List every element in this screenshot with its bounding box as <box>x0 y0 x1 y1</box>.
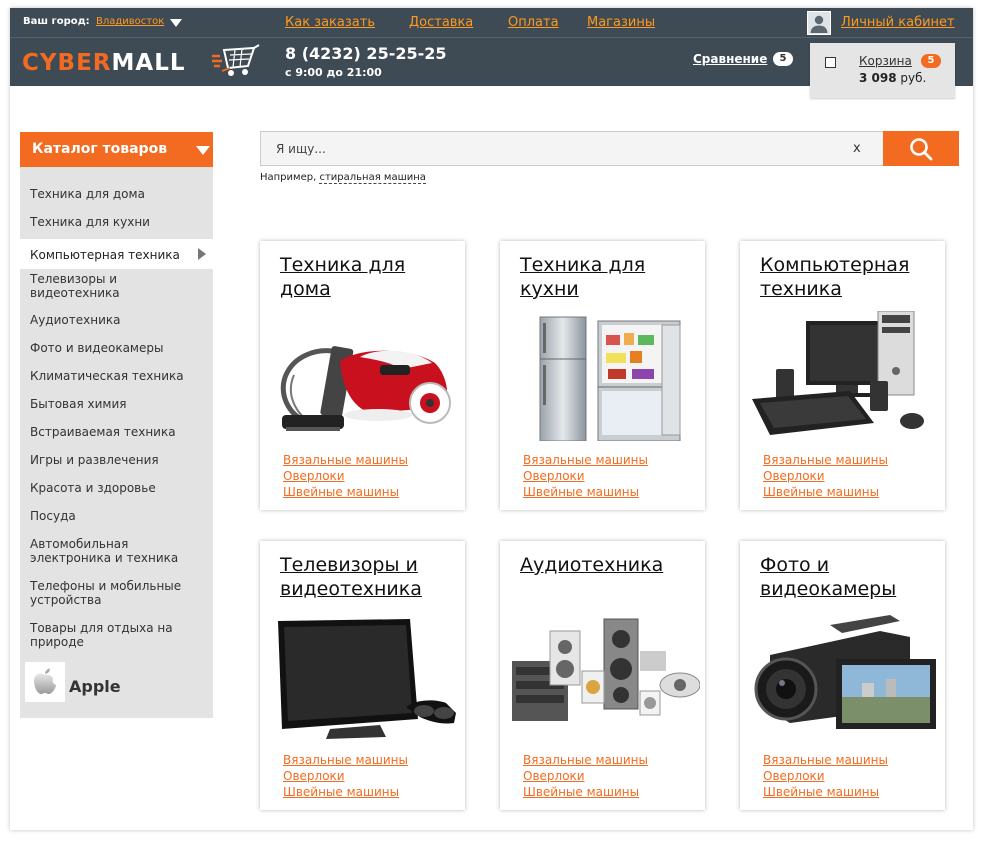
apple-logo-icon[interactable] <box>25 662 65 702</box>
cart-widget[interactable]: Корзина 5 3 098 руб. <box>810 43 955 98</box>
nav-stores[interactable]: Магазины <box>587 15 655 30</box>
card-link-knitting-machines[interactable]: Вязальные машины <box>523 752 648 768</box>
compare-link[interactable]: Сравнение <box>693 52 767 66</box>
cart-currency: руб. <box>900 71 927 85</box>
card-title[interactable]: Техника для дома <box>280 253 460 301</box>
card-link-sewing-machines[interactable]: Швейные машины <box>523 784 648 800</box>
card-link-overlocks[interactable]: Оверлоки <box>283 768 408 784</box>
sidebar-item-household-chemicals[interactable]: Бытовая химия <box>30 397 205 411</box>
user-icon[interactable] <box>807 11 831 35</box>
card-links: Вязальные машины Оверлоки Швейные машины <box>763 452 888 500</box>
catalog-button[interactable]: Каталог товаров <box>20 132 213 167</box>
chevron-right-icon <box>198 248 206 260</box>
search-button[interactable] <box>883 131 959 166</box>
category-card-audio: Аудиотехника Вязальные машины Оверлоки Ш… <box>500 541 705 810</box>
page: Ваш город: Владивосток Как заказать Дост… <box>10 8 973 830</box>
card-title[interactable]: Фото и видеокамеры <box>760 553 940 601</box>
card-link-sewing-machines[interactable]: Швейные машины <box>283 784 408 800</box>
card-link-overlocks[interactable]: Оверлоки <box>283 468 408 484</box>
tv-image[interactable] <box>270 611 460 741</box>
logo-part-mall: MALL <box>111 50 186 76</box>
card-links: Вязальные машины Оверлоки Швейные машины <box>283 752 408 800</box>
city-label: Ваш город: <box>23 16 90 27</box>
sidebar-item-games[interactable]: Игры и развлечения <box>30 453 205 467</box>
chevron-down-icon <box>196 146 210 155</box>
category-card-computers: Компьютерная техника Вязальные машины Ов… <box>740 241 945 510</box>
search-input[interactable] <box>262 133 842 164</box>
sidebar-item-auto[interactable]: Автомобильная электроника и техника <box>30 537 205 565</box>
sidebar-item-outdoor[interactable]: Товары для отдыха на природе <box>30 621 205 649</box>
card-link-sewing-machines[interactable]: Швейные машины <box>763 784 888 800</box>
working-hours: с 9:00 до 21:00 <box>285 66 382 79</box>
catalog-sidebar: Техника для дома Техника для кухни Компь… <box>20 167 213 718</box>
cart-total-value: 3 098 <box>859 71 897 85</box>
catalog-title: Каталог товаров <box>32 141 168 157</box>
card-link-sewing-machines[interactable]: Швейные машины <box>763 484 888 500</box>
sidebar-item-dishes[interactable]: Посуда <box>30 509 205 523</box>
account-link[interactable]: Личный кабинет <box>841 15 955 30</box>
nav-payment[interactable]: Оплата <box>508 15 559 30</box>
phone-number: 8 (4232) 25-25-25 <box>285 44 447 63</box>
sidebar-item-built-in[interactable]: Встраиваемая техника <box>30 425 205 439</box>
card-link-overlocks[interactable]: Оверлоки <box>523 768 648 784</box>
search-box: x <box>260 131 885 166</box>
sidebar-item-computers[interactable]: Компьютерная техника <box>20 239 213 269</box>
card-title[interactable]: Техника для кухни <box>520 253 700 301</box>
cart-count-badge: 5 <box>921 54 941 68</box>
card-links: Вязальные машины Оверлоки Швейные машины <box>523 752 648 800</box>
card-title[interactable]: Компьютерная техника <box>760 253 940 301</box>
card-links: Вязальные машины Оверлоки Швейные машины <box>763 752 888 800</box>
card-title[interactable]: Телевизоры и видеотехника <box>280 553 460 601</box>
search-icon <box>910 138 933 161</box>
sidebar-item-kitchen-appliances[interactable]: Техника для кухни <box>30 215 205 229</box>
category-card-photo: Фото и видеокамеры Вязальные машины Овер… <box>740 541 945 810</box>
logo-part-cyber: CYBER <box>22 50 112 76</box>
cart-link[interactable]: Корзина <box>859 54 912 68</box>
card-link-overlocks[interactable]: Оверлоки <box>763 768 888 784</box>
card-link-sewing-machines[interactable]: Швейные машины <box>523 484 648 500</box>
cart-checkbox[interactable] <box>825 57 836 68</box>
card-title[interactable]: Аудиотехника <box>520 553 700 577</box>
nav-how-to-order[interactable]: Как заказать <box>285 15 375 30</box>
category-card-home: Техника для дома Вязальные машины Оверло… <box>260 241 465 510</box>
category-card-tv: Телевизоры и видеотехника Вязальные маши… <box>260 541 465 810</box>
card-link-knitting-machines[interactable]: Вязальные машины <box>763 752 888 768</box>
compare-count-badge: 5 <box>773 52 793 66</box>
card-links: Вязальные машины Оверлоки Швейные машины <box>283 452 408 500</box>
logo[interactable]: CYBERMALL <box>22 51 186 75</box>
city-dropdown-icon[interactable] <box>170 19 182 27</box>
card-link-overlocks[interactable]: Оверлоки <box>763 468 888 484</box>
sidebar-item-label: Компьютерная техника <box>30 248 180 262</box>
sidebar-item-home-appliances[interactable]: Техника для дома <box>30 187 205 201</box>
sidebar-item-photo-video[interactable]: Фото и видеокамеры <box>30 341 205 355</box>
search-clear-button[interactable]: x <box>853 141 861 156</box>
cart-total: 3 098 руб. <box>859 71 926 85</box>
card-link-knitting-machines[interactable]: Вязальные машины <box>283 752 408 768</box>
category-card-kitchen: Техника для кухни Вязальные машины Оверл… <box>500 241 705 510</box>
search-hint-example[interactable]: стиральная машина <box>319 172 426 184</box>
computer-image[interactable] <box>750 311 940 441</box>
top-bar: Ваш город: Владивосток Как заказать Дост… <box>10 8 973 38</box>
refrigerator-image[interactable] <box>510 311 700 441</box>
sidebar-item-audio[interactable]: Аудиотехника <box>30 313 205 327</box>
cart-logo-icon <box>212 44 260 76</box>
sidebar-item-climate[interactable]: Климатическая техника <box>30 369 205 383</box>
sidebar-item-tv-video[interactable]: Телевизоры и видеотехника <box>30 272 205 300</box>
card-link-knitting-machines[interactable]: Вязальные машины <box>283 452 408 468</box>
sidebar-item-beauty[interactable]: Красота и здоровье <box>30 481 205 495</box>
nav-delivery[interactable]: Доставка <box>409 15 473 30</box>
card-link-overlocks[interactable]: Оверлоки <box>523 468 648 484</box>
camcorder-image[interactable] <box>750 611 940 741</box>
audio-equipment-image[interactable] <box>510 611 700 741</box>
card-link-knitting-machines[interactable]: Вязальные машины <box>523 452 648 468</box>
city-selector[interactable]: Владивосток <box>96 16 164 27</box>
search-hint-prefix: Например, <box>260 172 317 183</box>
brand-apple-link[interactable]: Apple <box>69 677 121 696</box>
vacuum-cleaner-image[interactable] <box>270 311 460 441</box>
sidebar-item-phones[interactable]: Телефоны и мобильные устройства <box>30 579 205 607</box>
card-link-sewing-machines[interactable]: Швейные машины <box>283 484 408 500</box>
card-link-knitting-machines[interactable]: Вязальные машины <box>763 452 888 468</box>
search-hint: Например, стиральная машина <box>260 172 426 184</box>
card-links: Вязальные машины Оверлоки Швейные машины <box>523 452 648 500</box>
